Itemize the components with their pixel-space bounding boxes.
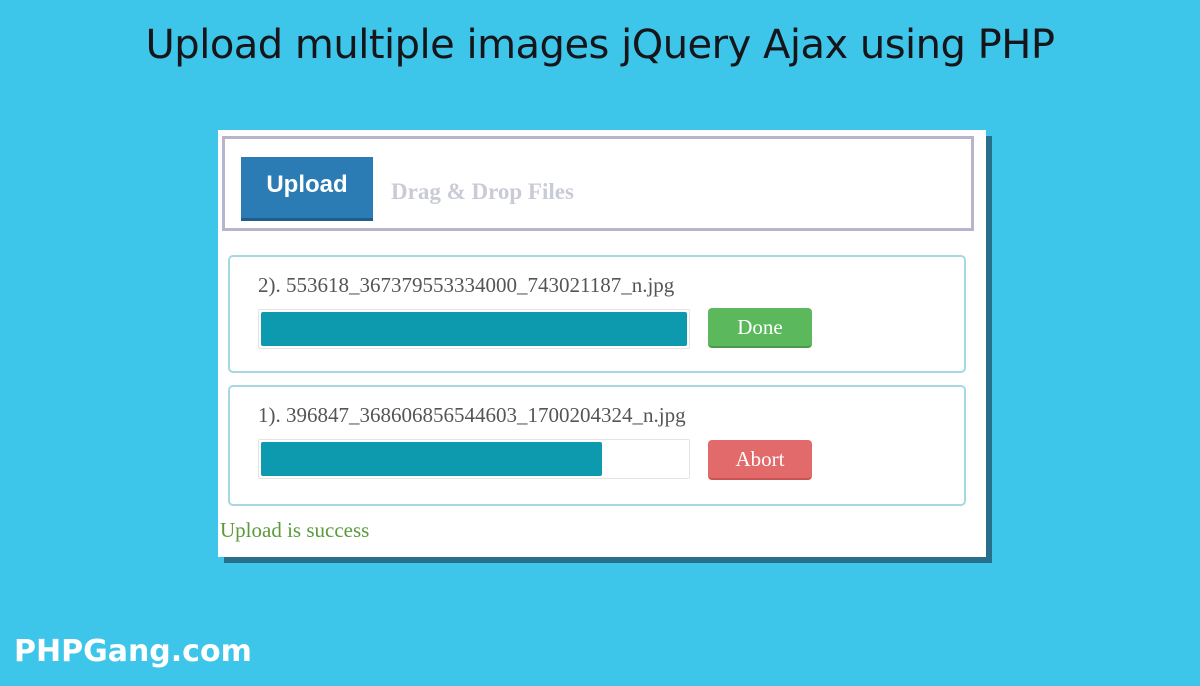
upload-button[interactable]: Upload [241,157,373,221]
page-title: Upload multiple images jQuery Ajax using… [145,22,1055,68]
upload-file-item: 2). 553618_367379553334000_743021187_n.j… [228,255,966,373]
upload-file-item: 1). 396847_368606856544603_1700204324_n.… [228,385,966,506]
uploader-panel: Upload Drag & Drop Files 2). 553618_3673… [218,130,986,557]
drop-zone[interactable]: Upload Drag & Drop Files [222,136,974,231]
done-button[interactable]: Done [708,308,812,348]
file-name: 1). 396847_368606856544603_1700204324_n.… [258,403,686,427]
abort-button[interactable]: Abort [708,440,812,480]
drag-drop-hint: Drag & Drop Files [391,179,574,204]
progress-bar-fill [261,312,687,346]
file-name: 2). 553618_367379553334000_743021187_n.j… [258,273,675,297]
progress-bar-fill [261,442,602,476]
progress-bar [258,439,690,479]
progress-bar [258,309,690,349]
site-watermark: PHPGang.com [14,634,252,669]
upload-status-message: Upload is success [220,518,370,542]
